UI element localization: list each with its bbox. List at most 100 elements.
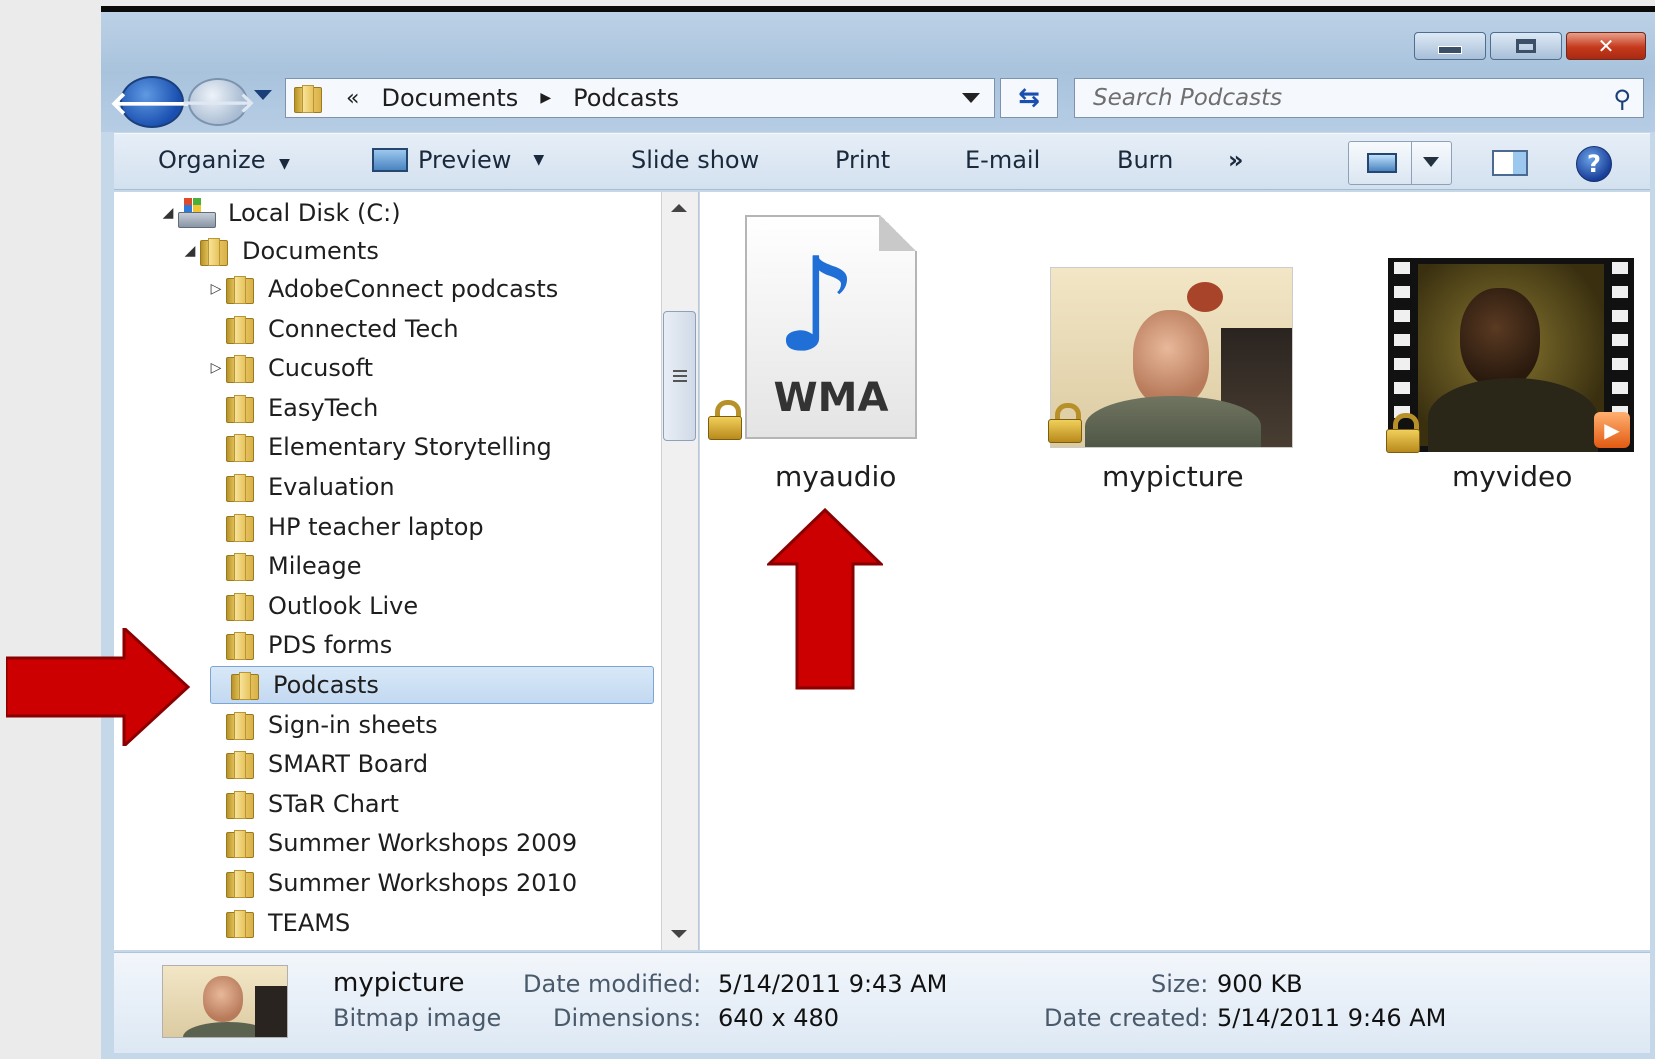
more-commands-button[interactable]: » [1228, 146, 1244, 174]
tree-label: AdobeConnect podcasts [268, 275, 559, 303]
expand-arrow-icon[interactable]: ▷ [206, 281, 226, 297]
view-dropdown-icon[interactable] [1423, 157, 1439, 167]
tree-label: Elementary Storytelling [268, 433, 552, 461]
tree-label: Podcasts [273, 671, 379, 699]
tree-label: Documents [242, 237, 379, 265]
preview-pane-icon[interactable] [1492, 150, 1528, 176]
scroll-thumb[interactable] [663, 311, 696, 441]
breadcrumb-overflow[interactable]: « [346, 86, 359, 111]
shirt [1085, 396, 1261, 447]
back-button[interactable]: 🡐 [109, 76, 195, 128]
dimensions-value: 640 x 480 [718, 1004, 840, 1032]
preview-icon [372, 148, 408, 172]
view-button-divider [1411, 142, 1412, 184]
file-name[interactable]: myaudio [775, 460, 896, 493]
help-icon[interactable]: ? [1576, 146, 1612, 182]
breadcrumb-separator-icon[interactable]: ▶ [540, 90, 551, 106]
search-placeholder: Search Podcasts [1093, 85, 1283, 111]
annotation-arrow-up [767, 508, 883, 690]
search-input[interactable]: Search Podcasts ⚲ [1074, 78, 1644, 118]
details-file-type: Bitmap image [333, 1004, 502, 1032]
folder-icon [226, 870, 256, 898]
tree-item-sign-in-sheets[interactable]: Sign-in sheets [206, 706, 661, 744]
search-icon[interactable]: ⚲ [1613, 85, 1631, 113]
wall-decoration [1187, 282, 1223, 312]
expand-arrow-icon[interactable]: ▷ [206, 360, 226, 376]
music-note-icon: ♪ [775, 229, 858, 381]
address-bar[interactable]: « Documents ▶ Podcasts [285, 78, 995, 118]
address-dropdown-icon[interactable] [962, 93, 980, 103]
refresh-icon: ⇆ [1018, 83, 1040, 113]
folder-icon [294, 85, 324, 113]
tree-label: PDS forms [268, 631, 393, 659]
organize-dropdown-icon: ▼ [279, 156, 290, 172]
forward-button[interactable]: 🡒 [180, 78, 256, 126]
tree-label: Cucusoft [268, 354, 373, 382]
tree-item-smart-board[interactable]: SMART Board [206, 745, 661, 783]
burn-button[interactable]: Burn [1117, 146, 1173, 174]
tree-item-elementary-storytelling[interactable]: Elementary Storytelling [206, 428, 661, 466]
organize-button[interactable]: Organize ▼ [158, 146, 290, 174]
folder-icon [226, 553, 256, 581]
tree-item-summer-workshops-2009[interactable]: Summer Workshops 2009 [206, 824, 661, 862]
scroll-down-icon[interactable] [671, 930, 687, 938]
file-name[interactable]: myvideo [1452, 460, 1572, 493]
tree-item-pds-forms[interactable]: PDS forms [206, 626, 661, 664]
breadcrumb-documents[interactable]: Documents [381, 84, 518, 112]
folder-icon [200, 238, 230, 266]
tree-item-podcasts[interactable]: Podcasts [210, 666, 654, 704]
nav-scrollbar[interactable] [661, 192, 699, 950]
slideshow-button[interactable]: Slide show [631, 146, 759, 174]
folder-icon [226, 751, 256, 779]
tree-item-cucusoft[interactable]: ▷ Cucusoft [206, 349, 661, 387]
lock-icon [708, 400, 742, 440]
collapse-arrow-icon[interactable]: ◢ [180, 243, 200, 259]
face [1460, 288, 1540, 388]
change-view-button[interactable] [1348, 141, 1452, 185]
preview-button[interactable]: Preview ▼ [372, 146, 544, 174]
folder-icon [231, 672, 261, 700]
scroll-up-icon[interactable] [671, 204, 687, 212]
email-button[interactable]: E-mail [965, 146, 1040, 174]
tree-item-mileage[interactable]: Mileage [206, 547, 661, 585]
grip-icon [673, 370, 687, 372]
tree-item-evaluation[interactable]: Evaluation [206, 468, 661, 506]
details-file-name: mypicture [333, 968, 465, 998]
file-name[interactable]: mypicture [1102, 460, 1244, 493]
tree-item-star-chart[interactable]: STaR Chart [206, 785, 661, 823]
print-button[interactable]: Print [835, 146, 890, 174]
tree-label: SMART Board [268, 750, 429, 778]
folder-icon [226, 316, 256, 344]
tree-label: STaR Chart [268, 790, 399, 818]
tree-item-hp-teacher-laptop[interactable]: HP teacher laptop [206, 508, 661, 546]
tree-item-connected-tech[interactable]: Connected Tech [206, 310, 661, 348]
close-button[interactable]: ✕ [1566, 32, 1646, 60]
tree-item-documents[interactable]: ◢ Documents [180, 232, 661, 270]
page-fold [879, 215, 917, 251]
recent-pages-dropdown[interactable] [254, 90, 272, 100]
tree-label: TEAMS [268, 909, 351, 937]
close-icon: ✕ [1597, 34, 1615, 58]
tree-item-adobeconnect-podcasts[interactable]: ▷ AdobeConnect podcasts [206, 270, 661, 308]
folder-icon [226, 355, 256, 383]
folder-icon [226, 514, 256, 542]
collapse-arrow-icon[interactable]: ◢ [158, 205, 178, 221]
tree-item-outlook-live[interactable]: Outlook Live [206, 587, 661, 625]
file-item-myvideo[interactable]: ▶ [1388, 258, 1634, 452]
tree-item-local-disk[interactable]: ◢ Local Disk (C:) [158, 194, 661, 232]
minimize-button[interactable] [1414, 32, 1486, 60]
refresh-button[interactable]: ⇆ [1000, 78, 1058, 118]
maximize-button[interactable] [1490, 32, 1562, 60]
file-item-myaudio[interactable]: ♪ WMA [745, 215, 921, 443]
tree-item-summer-workshops-2010[interactable]: Summer Workshops 2010 [206, 864, 661, 902]
breadcrumb-podcasts[interactable]: Podcasts [573, 84, 679, 112]
shirt [1428, 378, 1598, 452]
minimize-icon [1438, 46, 1462, 54]
forward-arrow-icon: 🡒 [180, 86, 256, 119]
date-modified-label: Date modified: [523, 970, 702, 998]
file-item-mypicture[interactable] [1050, 267, 1293, 448]
tree-item-easytech[interactable]: EasyTech [206, 389, 661, 427]
tree-label: Local Disk (C:) [228, 199, 401, 227]
tree-item-teams[interactable]: TEAMS [206, 904, 661, 942]
face [1133, 310, 1209, 406]
